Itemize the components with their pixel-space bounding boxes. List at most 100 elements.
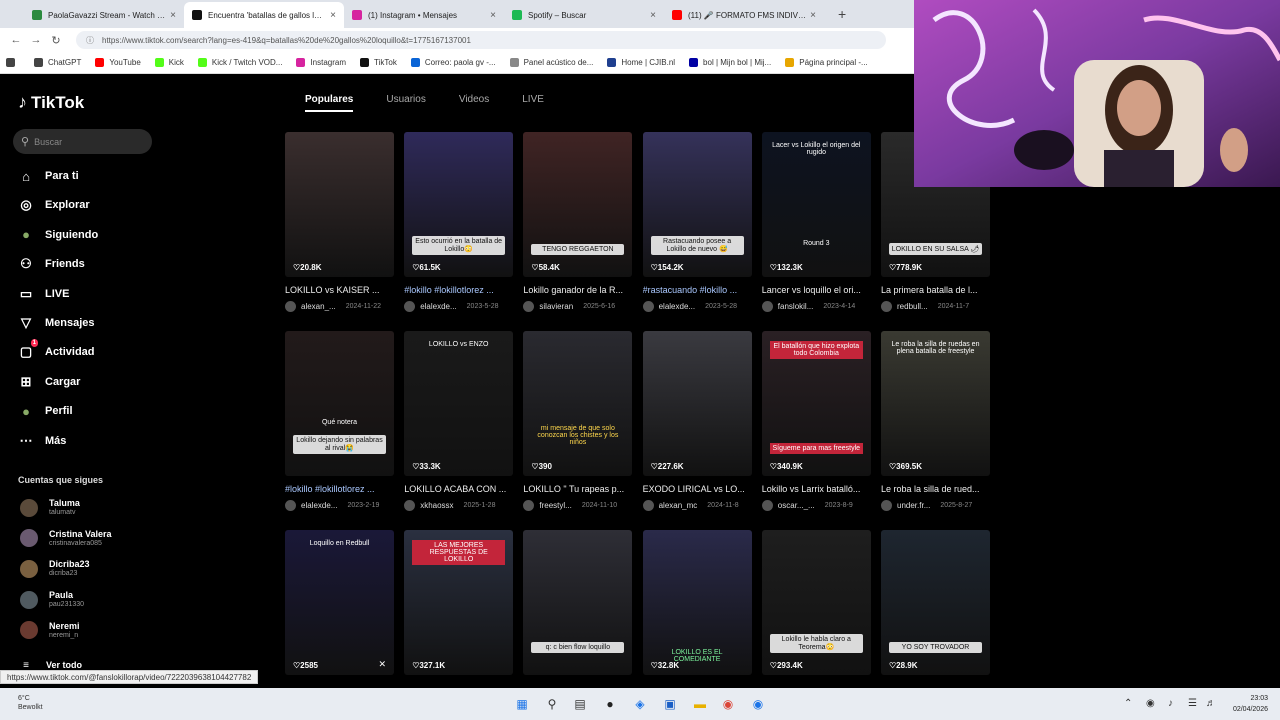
video-card[interactable]: 227.6K EXODO LIRICAL vs LO... alexan_mc 202…	[642, 331, 752, 511]
bookmark-item[interactable]: TikTok	[360, 58, 397, 67]
video-thumbnail[interactable]: LAS MEJORES RESPUESTAS DE LOKILLO 327.1K	[404, 530, 514, 675]
author-name[interactable]: fanslokil...	[778, 302, 814, 311]
author-name[interactable]: elalexde...	[659, 302, 695, 311]
volume-icon[interactable]: ♬	[1206, 698, 1216, 709]
reload-icon[interactable]: ↻	[46, 34, 66, 47]
system-clock[interactable]: 23:03 02/04/2026	[1233, 693, 1268, 715]
file-explorer-icon[interactable]: ▬	[692, 696, 708, 712]
weather-widget[interactable]: 6°C Bewolkt	[18, 694, 43, 712]
bookmark-item[interactable]: Correo: paola gv -...	[410, 58, 496, 67]
video-thumbnail[interactable]: Lokillo dejando sin palabras al rival😭 Qu…	[285, 331, 394, 476]
author-name[interactable]: silavieran	[539, 302, 573, 311]
video-card[interactable]: LOKILLO ES EL COMEDIANTE32.8K	[642, 530, 752, 675]
nav-item[interactable]: ▢ 1 Actividad	[17, 339, 95, 361]
close-tab-icon[interactable]: ×	[650, 10, 656, 21]
nav-item[interactable]: ● Perfil	[17, 402, 72, 420]
bookmark-item[interactable]: Página principal -...	[785, 58, 868, 67]
video-thumbnail[interactable]: mi mensaje de que solo conozcan los chis…	[523, 331, 633, 476]
author-name[interactable]: redbull...	[897, 302, 928, 311]
chrome-profile-icon[interactable]: ◉	[750, 696, 766, 712]
video-thumbnail[interactable]: YO SOY TROVADOR 28.9K	[881, 530, 990, 675]
following-account[interactable]: Dicriba23 dicriba23	[20, 559, 90, 578]
close-tab-icon[interactable]: ×	[170, 10, 176, 21]
following-account[interactable]: Cristina Valera cristinavalera085	[20, 529, 112, 548]
video-thumbnail[interactable]: Loquillo en Redbull 2585 ✕	[285, 530, 394, 675]
bookmark-item[interactable]: YouTube	[95, 58, 141, 67]
new-tab-button[interactable]: +	[838, 6, 846, 22]
nav-item[interactable]: ◎ Explorar	[17, 196, 89, 214]
video-card[interactable]: LAS MEJORES RESPUESTAS DE LOKILLO 327.1K	[404, 530, 514, 675]
tab-usuarios[interactable]: Usuarios	[386, 94, 425, 112]
nav-item[interactable]: ⚇ Friends	[17, 255, 85, 273]
bookmark-item[interactable]: Kick	[154, 58, 184, 67]
search-taskbar-icon[interactable]: ⚲	[544, 696, 560, 712]
video-card[interactable]: El batallón que hizo explota todo Colomb…	[761, 331, 871, 511]
wifi-icon[interactable]: ☰	[1188, 698, 1197, 709]
author-name[interactable]: oscar..._...	[778, 501, 815, 510]
video-thumbnail[interactable]: TENGO REGGAETON 58.4K	[523, 132, 633, 277]
tab-populares[interactable]: Populares	[305, 94, 354, 112]
browser-tab[interactable]: Encuentra 'batallas de gallos loquillo' ×	[184, 2, 344, 28]
author-name[interactable]: alexan_...	[301, 302, 336, 311]
bookmark-item[interactable]: Kick / Twitch VOD...	[197, 58, 282, 67]
bookmark-item[interactable]: bol | Mijn bol | Mij...	[689, 58, 771, 67]
following-account[interactable]: Paula pau231330	[20, 590, 84, 609]
video-card[interactable]: Rastacuando posee a Lokillo de nuevo 😅 15…	[642, 132, 752, 312]
tray-chevron-icon[interactable]: ⌃	[1124, 698, 1132, 709]
search-input[interactable]: ⚲ Buscar	[13, 129, 152, 154]
video-card[interactable]: Le roba la silla de ruedas en plena bata…	[881, 331, 990, 511]
author-name[interactable]: elalexde...	[301, 501, 337, 510]
video-card[interactable]: YO SOY TROVADOR 28.9K	[881, 530, 990, 675]
following-account[interactable]: Neremi neremi_n	[20, 621, 80, 640]
forward-icon[interactable]: →	[26, 34, 46, 46]
nav-item[interactable]: ▽ Mensajes	[17, 314, 95, 332]
nav-item[interactable]: ⌂ Para ti	[17, 167, 79, 185]
back-icon[interactable]: ←	[6, 34, 26, 46]
url-field[interactable]: ⓘ https://www.tiktok.com/search?lang=es-…	[76, 31, 886, 49]
close-tab-icon[interactable]: ×	[810, 10, 816, 21]
video-thumbnail[interactable]: El batallón que hizo explota todo Colomb…	[761, 331, 871, 476]
video-thumbnail[interactable]: 227.6K	[642, 331, 752, 476]
bookmark-item[interactable]: ChatGPT	[34, 58, 81, 67]
author-name[interactable]: alexan_mc	[659, 501, 698, 510]
browser-tab[interactable]: Spotify – Buscar ×	[504, 2, 664, 28]
folder-icon[interactable]	[6, 58, 20, 67]
windows-start-icon[interactable]: ▦	[514, 696, 530, 712]
video-thumbnail[interactable]: LOKILLO vs ENZO 33.3K	[404, 331, 514, 476]
task-view-icon[interactable]: ▤	[572, 696, 588, 712]
store-icon[interactable]: ▣	[662, 696, 678, 712]
chrome-icon[interactable]: ◉	[720, 696, 736, 712]
nav-item[interactable]: ● Siguiendo	[17, 226, 98, 244]
video-card[interactable]: Lacer vs Lokillo el origen del rugido Rou…	[761, 132, 871, 312]
browser-tab[interactable]: (11) 🎤 FORMATO FMS INDIVIDUAL ×	[664, 2, 824, 28]
video-thumbnail[interactable]: Esto ocurrió en la batalla de Lokillo😳 61…	[404, 132, 514, 277]
obs-icon[interactable]: ●	[602, 696, 618, 712]
bookmark-item[interactable]: Panel acústico de...	[509, 58, 593, 67]
nav-item[interactable]: ⋯ Más	[17, 432, 67, 450]
tiktok-logo[interactable]: ♪ TikTok	[18, 92, 84, 113]
video-thumbnail[interactable]: Lacer vs Lokillo el origen del rugido Rou…	[761, 132, 871, 277]
site-info-icon[interactable]: ⓘ	[86, 35, 94, 46]
video-thumbnail[interactable]: LOKILLO ES EL COMEDIANTE32.8K	[642, 530, 752, 675]
close-tab-icon[interactable]: ×	[330, 10, 336, 21]
tab-live[interactable]: LIVE	[522, 94, 544, 112]
video-thumbnail[interactable]: Rastacuando posee a Lokillo de nuevo 😅 15…	[642, 132, 752, 277]
close-tab-icon[interactable]: ×	[490, 10, 496, 21]
video-card[interactable]: Lokillo le habla claro a Teorema😳 293.4K	[761, 530, 871, 675]
author-name[interactable]: freestyl...	[539, 501, 571, 510]
nav-item[interactable]: ⊞ Cargar	[17, 373, 81, 391]
video-thumbnail[interactable]: q: c bien flow loquillo	[523, 530, 633, 675]
video-thumbnail[interactable]: 20.8K	[285, 132, 394, 277]
network-icon[interactable]: ◉	[1146, 698, 1155, 709]
browser-tab[interactable]: (1) Instagram • Mensajes ×	[344, 2, 504, 28]
following-account[interactable]: Taluma talumatv	[20, 498, 80, 517]
video-card[interactable]: LOKILLO vs ENZO 33.3K LOKILLO ACABA CON ..…	[404, 331, 514, 511]
microphone-icon[interactable]: ♪	[1168, 698, 1173, 709]
video-card[interactable]: mi mensaje de que solo conozcan los chis…	[523, 331, 633, 511]
video-card[interactable]: 20.8K LOKILLO vs KAISER ... alexan_... 2024…	[285, 132, 394, 312]
video-card[interactable]: Esto ocurrió en la batalla de Lokillo😳 61…	[404, 132, 514, 312]
edge-icon[interactable]: ◈	[632, 696, 648, 712]
browser-tab[interactable]: PaolaGavazzi Stream - Watch Live ×	[24, 2, 184, 28]
author-name[interactable]: under.fr...	[897, 501, 930, 510]
video-card[interactable]: Loquillo en Redbull 2585 ✕	[285, 530, 394, 675]
